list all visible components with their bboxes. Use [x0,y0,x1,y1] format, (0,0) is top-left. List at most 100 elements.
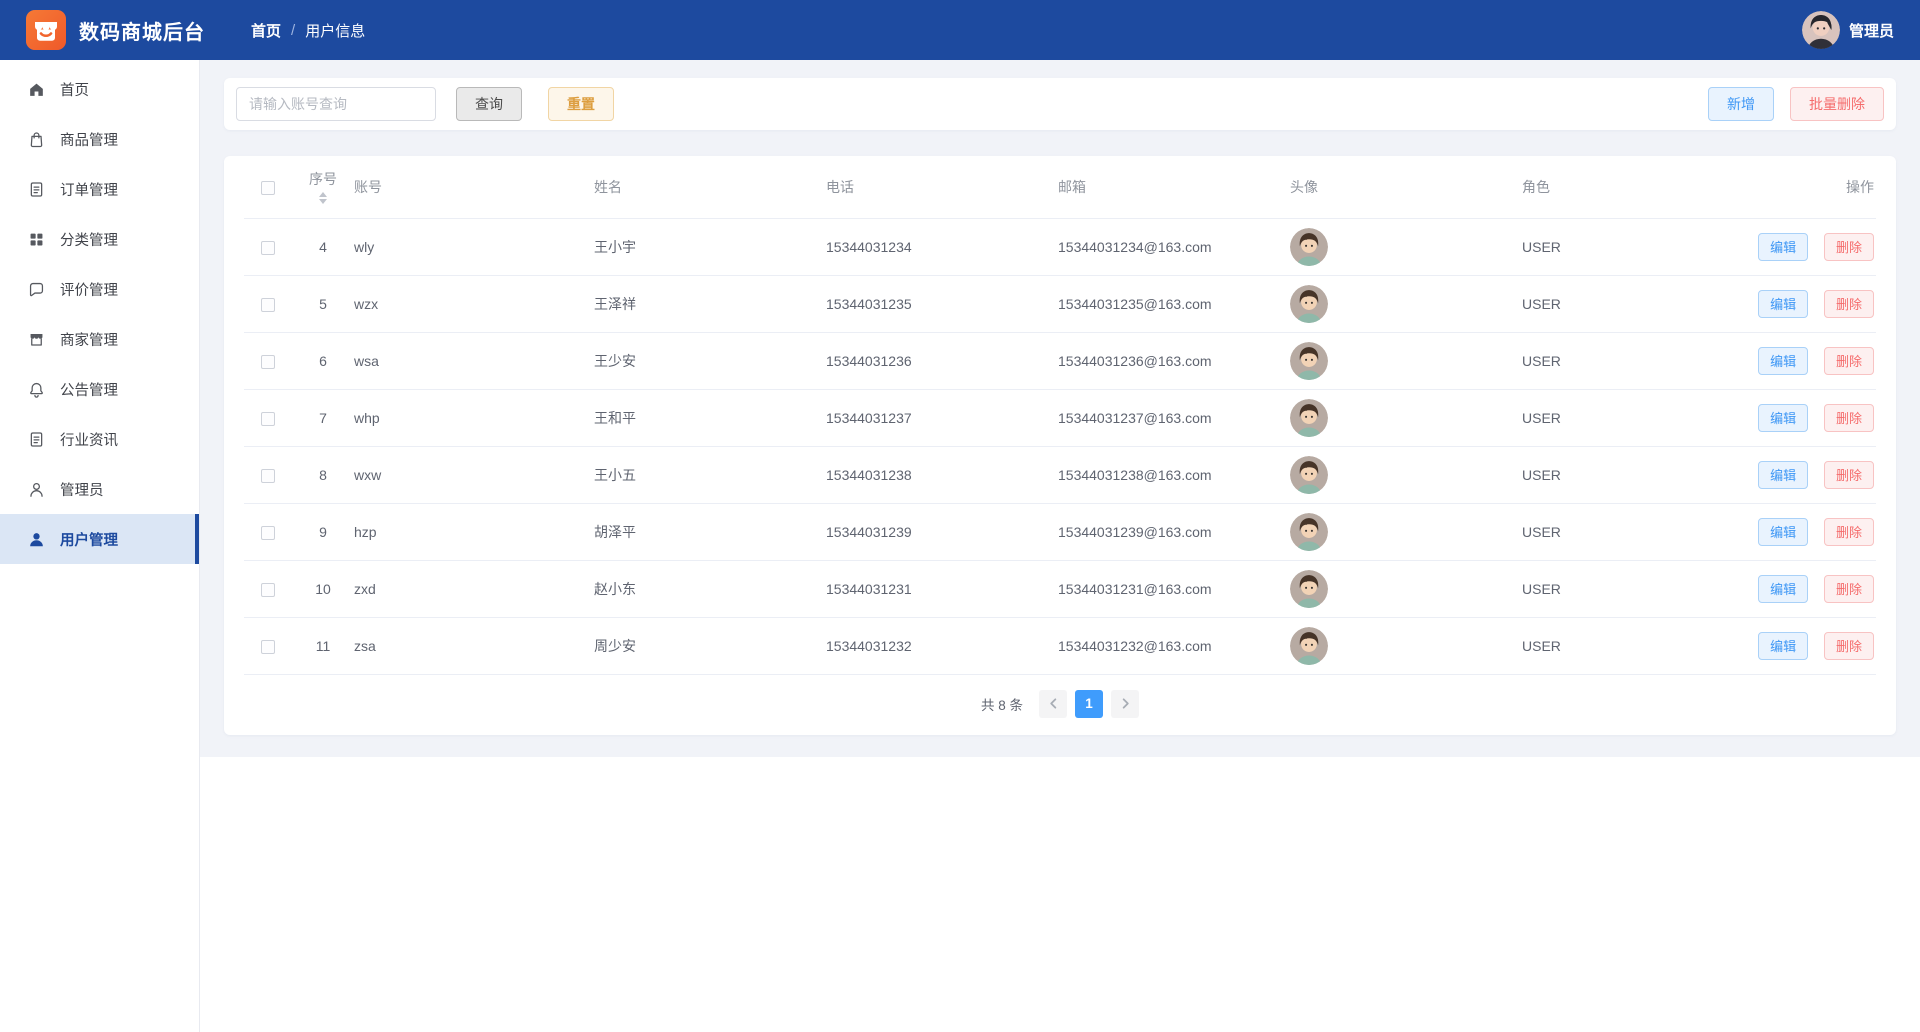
cell-name: 王少安 [594,332,826,389]
breadcrumb-home[interactable]: 首页 [251,20,281,41]
cell-phone: 15344031231 [826,560,1058,617]
storefront-icon [27,330,46,349]
row-checkbox[interactable] [261,640,275,654]
cell-name: 王泽祥 [594,275,826,332]
person-filled-icon [27,530,46,549]
user-avatar [1290,228,1328,266]
col-header-email: 邮箱 [1058,156,1290,218]
sidebar-item-reviews[interactable]: 评价管理 [0,264,199,314]
col-header-role: 角色 [1522,156,1754,218]
sidebar-item-news[interactable]: 行业资讯 [0,414,199,464]
cell-index: 5 [292,275,354,332]
cell-email: 15344031235@163.com [1058,275,1290,332]
row-checkbox[interactable] [261,583,275,597]
user-avatar [1290,342,1328,380]
col-header-phone: 电话 [826,156,1058,218]
col-header-actions: 操作 [1754,156,1876,218]
cell-name: 赵小东 [594,560,826,617]
row-checkbox[interactable] [261,355,275,369]
reset-button[interactable]: 重置 [548,87,614,121]
edit-button[interactable]: 编辑 [1758,233,1808,261]
delete-button[interactable]: 删除 [1824,290,1874,318]
edit-button[interactable]: 编辑 [1758,290,1808,318]
cell-account: zsa [354,617,594,674]
cell-name: 王小宇 [594,218,826,275]
sidebar-item-admins[interactable]: 管理员 [0,464,199,514]
home-icon [27,80,46,99]
sidebar-item-notices[interactable]: 公告管理 [0,364,199,414]
user-avatar [1290,570,1328,608]
cell-name: 胡泽平 [594,503,826,560]
row-checkbox[interactable] [261,526,275,540]
col-header-name: 姓名 [594,156,826,218]
sidebar-item-home[interactable]: 首页 [0,64,199,114]
select-all-checkbox[interactable] [261,181,275,195]
page-1-button[interactable]: 1 [1075,690,1103,718]
cell-role: USER [1522,389,1754,446]
row-checkbox[interactable] [261,469,275,483]
user-avatar [1290,285,1328,323]
breadcrumb-separator: / [291,22,295,39]
table-row: 4 wly 王小宇 15344031234 15344031234@163.co… [244,218,1876,275]
row-checkbox[interactable] [261,298,275,312]
add-button[interactable]: 新增 [1708,87,1774,121]
delete-button[interactable]: 删除 [1824,632,1874,660]
cell-index: 7 [292,389,354,446]
account-search-input[interactable] [236,87,436,121]
cell-phone: 15344031235 [826,275,1058,332]
sidebar-item-categories[interactable]: 分类管理 [0,214,199,264]
edit-button[interactable]: 编辑 [1758,575,1808,603]
col-header-avatar: 头像 [1290,156,1522,218]
cell-email: 15344031236@163.com [1058,332,1290,389]
pagination-total: 共 8 条 [981,694,1023,714]
sidebar: 首页 商品管理 订单管理 分类管理 评价管理 商家管理 公告管理 行业资讯 管理… [0,60,200,1032]
edit-button[interactable]: 编辑 [1758,404,1808,432]
delete-button[interactable]: 删除 [1824,233,1874,261]
delete-button[interactable]: 删除 [1824,347,1874,375]
admin-user-label[interactable]: 管理员 [1849,20,1894,41]
batch-delete-button[interactable]: 批量删除 [1790,87,1884,121]
pagination: 共 8 条 1 [244,675,1876,729]
edit-button[interactable]: 编辑 [1758,632,1808,660]
delete-button[interactable]: 删除 [1824,461,1874,489]
cell-index: 6 [292,332,354,389]
cell-index: 4 [292,218,354,275]
row-checkbox[interactable] [261,241,275,255]
row-checkbox[interactable] [261,412,275,426]
search-toolbar: 查询 重置 新增 批量删除 [224,78,1896,130]
cell-role: USER [1522,560,1754,617]
delete-button[interactable]: 删除 [1824,404,1874,432]
col-header-index: 序号 [309,169,337,189]
sidebar-item-merchants[interactable]: 商家管理 [0,314,199,364]
sort-icon[interactable] [319,192,327,204]
cell-index: 9 [292,503,354,560]
cell-email: 15344031239@163.com [1058,503,1290,560]
cell-name: 周少安 [594,617,826,674]
cell-index: 8 [292,446,354,503]
delete-button[interactable]: 删除 [1824,518,1874,546]
sidebar-item-users[interactable]: 用户管理 [0,514,199,564]
chevron-right-icon[interactable] [1111,690,1139,718]
users-table-card: 序号 账号 姓名 电话 邮箱 头像 角色 操作 [224,156,1896,735]
delete-button[interactable]: 删除 [1824,575,1874,603]
sidebar-item-orders[interactable]: 订单管理 [0,164,199,214]
query-button[interactable]: 查询 [456,87,522,121]
edit-button[interactable]: 编辑 [1758,347,1808,375]
edit-button[interactable]: 编辑 [1758,461,1808,489]
user-avatar [1290,399,1328,437]
cell-phone: 15344031232 [826,617,1058,674]
sidebar-item-products[interactable]: 商品管理 [0,114,199,164]
cell-email: 15344031238@163.com [1058,446,1290,503]
breadcrumb: 首页 / 用户信息 [251,20,365,41]
table-header-row: 序号 账号 姓名 电话 邮箱 头像 角色 操作 [244,156,1876,218]
admin-avatar[interactable] [1802,11,1840,49]
cell-account: wzx [354,275,594,332]
cell-role: USER [1522,332,1754,389]
cell-index: 11 [292,617,354,674]
chevron-left-icon[interactable] [1039,690,1067,718]
cell-name: 王小五 [594,446,826,503]
col-header-account: 账号 [354,156,594,218]
edit-button[interactable]: 编辑 [1758,518,1808,546]
breadcrumb-current: 用户信息 [305,20,365,41]
user-avatar [1290,627,1328,665]
